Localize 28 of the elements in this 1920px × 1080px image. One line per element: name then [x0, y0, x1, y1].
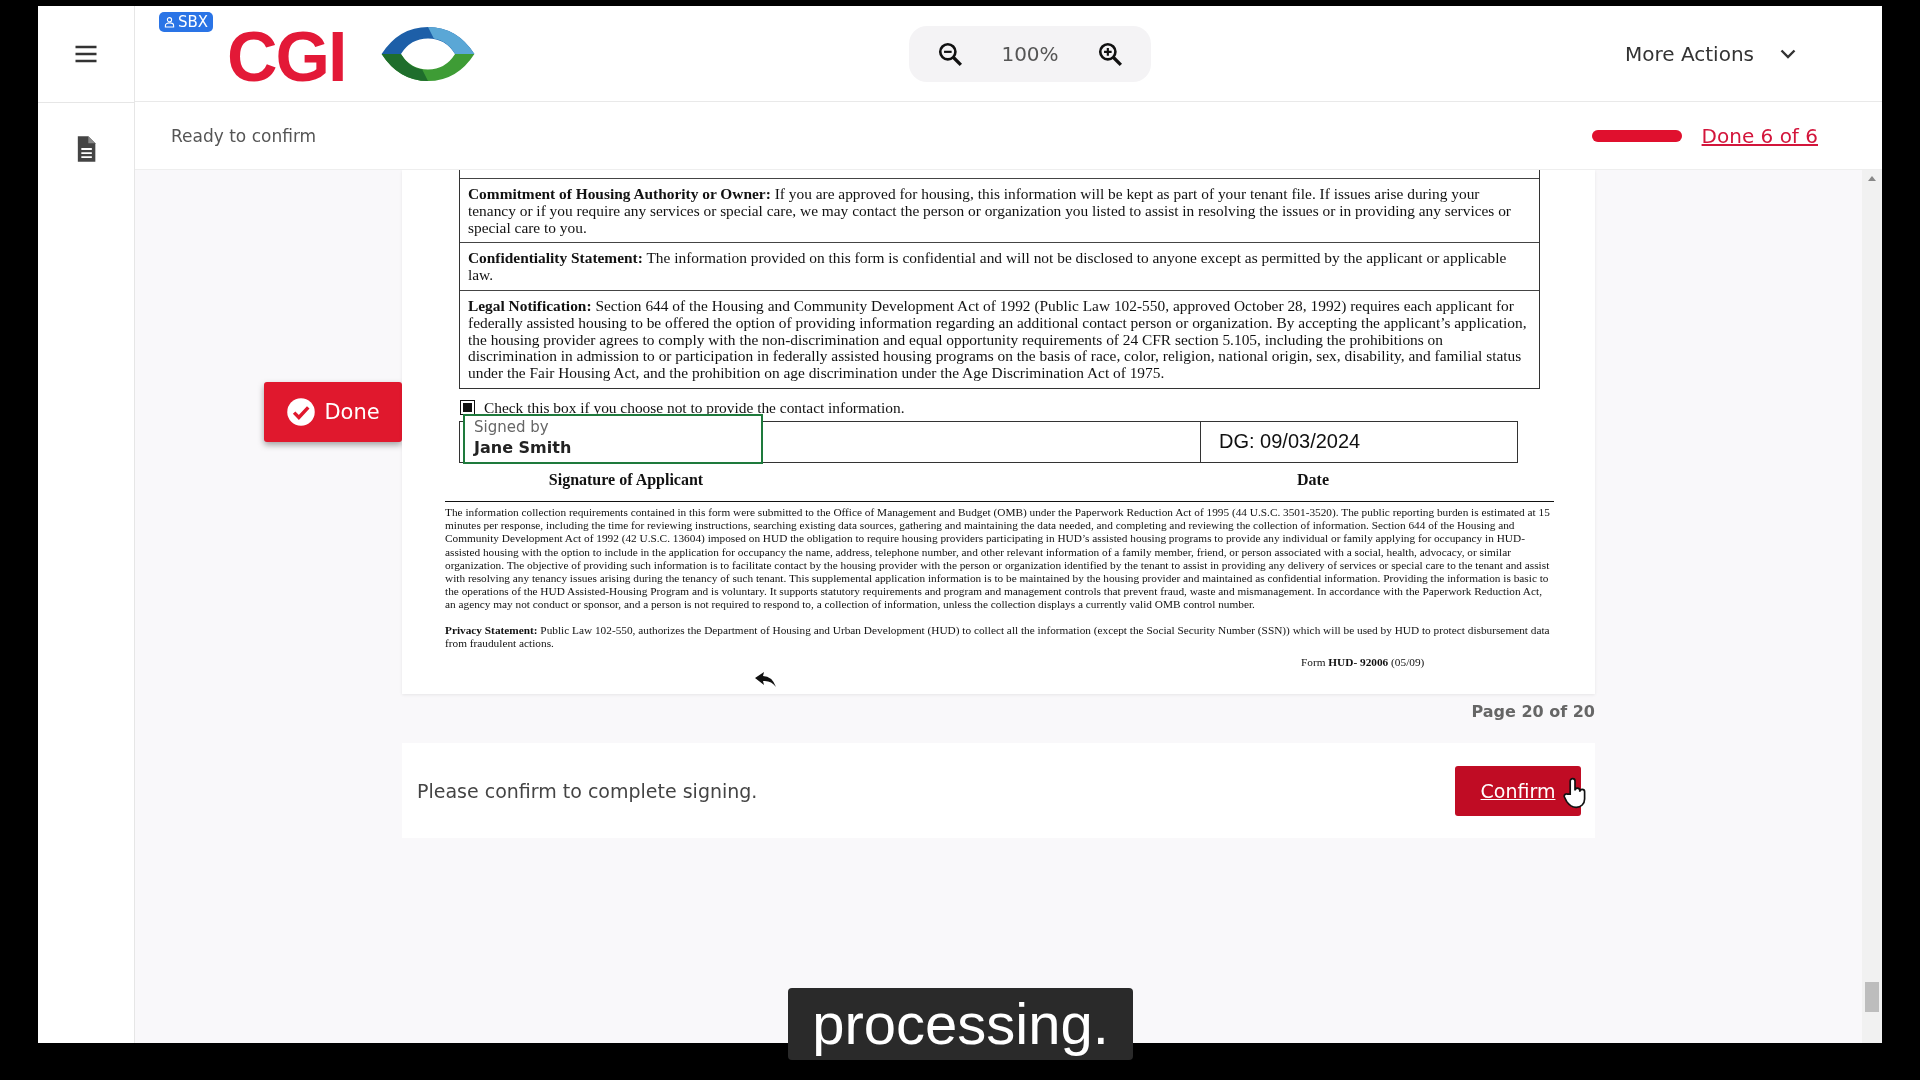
confirm-button[interactable]: Confirm — [1455, 765, 1581, 816]
more-actions-menu[interactable]: More Actions — [1625, 41, 1796, 66]
zoom-in-icon[interactable] — [1097, 41, 1123, 67]
form-number: Form HUD- 92006 (05/09) — [1301, 656, 1426, 668]
zoom-out-icon[interactable] — [937, 41, 963, 67]
chevron-down-icon — [1780, 48, 1796, 59]
signature-label: Signature of Applicant — [547, 470, 705, 489]
hand-cursor-icon — [1563, 777, 1587, 809]
scroll-up-icon[interactable] — [1868, 176, 1876, 181]
progress-link[interactable]: Done 6 of 6 — [1701, 123, 1818, 148]
paragraph: Commitment of Housing Authority or Owner: If you are approved for housing, this information will be kept as part of your tenant file. If issues arise during your tenancy or if you require any services or special care, we may contact the person or organization you listed to assist in resolving the issues or in providing any services or special care to you. — [468, 186, 1512, 237]
paragraph: Legal Notification: Section 644 of the Housing and Community Development Act of 1992 (Public Law 102-550, approved October 28, 1992) requires each applicant for federally assisted housing to be offered the option of providing information regarding an additional contact person or organization. By accepting the applicant’s application, the housing provider agrees to comply with the non-discrimination and equal opportunity requirements of 24 CFR section 5.105, including the prohibitions on discrimination in admission to or participation in federally assisted housing programs on the basis of race, color, religion, national origin, sex, disability, and familial status under the Fair Housing Act, and the prohibition on age discrimination under the Age Discrimination Act of 1975. — [468, 298, 1528, 382]
check-circle-icon — [286, 397, 317, 427]
privacy-statement: Privacy Statement: Public Law 102-550, authorizes the Department of Housing and Urban Development (HUD) to collect all the information (except the Social Security Number (SSN)) which will be used by HUD to protect disbursement data from fraudulent actions. — [445, 623, 1551, 650]
paperwork-notice: The information collection requirements contained in this form were submitted to the Office of Management and Budget (OMB) under the Paperwork Reduction Act of 1995 (44 U.S.C. 3501-3520). The public reporting burden is estimated at 15 minutes per response, including the time for reviewing instructions, searching existing data sources, gathering and maintaining the data needed, and completing and reviewing the collection of information. Section 644 of the Housing and Community Development Act of 1992 (42 U.S.C. 13604) imposed on HUD the obligation to require housing providers participating in HUD’s assisted housing programs to provide any individual or family applying for occupancy in HUD-assisted housing with the option to include in the application for occupancy the name, address, telephone number, and other relevant information of a family member, friend, or person associated with a social, health, advocacy, or similar organization. The objective of providing such information is to facilitate contact by the housing provider with the person or organization identified by the tenant to assist in providing any delivery of services or special care to the tenant and assist with resolving any tenancy issues arising during the tenancy of such tenant. This supplemental application information is to be maintained by the housing provider and maintained as confidential information. Providing the information is basic to the operations of the HUD Assisted-Housing Program and is voluntary. It supports statutory requirements and program and management controls that prevent fraud, waste and mismanagement. In accordance with the Paperwork Reduction Act, an agency may not conduct or sponsor, and a person is not required to respond to, a collection of information, unless the collection displays a currently valid OMB control number. — [445, 500, 1554, 612]
sandbox-badge: SBX — [159, 12, 214, 32]
paragraph: Confidentiality Statement: The information provided on this form is confidential and will not be disclosed to anyone except as permitted by the applicant or applicable law. — [468, 250, 1508, 284]
date-label: Date — [1296, 470, 1330, 489]
page-indicator: Page 20 of 20 — [1470, 702, 1595, 721]
status-text: Ready to confirm — [171, 125, 317, 146]
zoom-level: 100% — [1001, 42, 1059, 66]
confirm-message: Please confirm to complete signing. — [417, 779, 758, 802]
logo: CGI — [227, 21, 346, 92]
person-icon — [164, 16, 175, 28]
scrollbar[interactable] — [1862, 170, 1882, 1043]
scrollbar-thumb[interactable] — [1865, 982, 1879, 1012]
video-caption: processing. — [788, 988, 1133, 1060]
done-button[interactable]: Done — [264, 382, 402, 442]
